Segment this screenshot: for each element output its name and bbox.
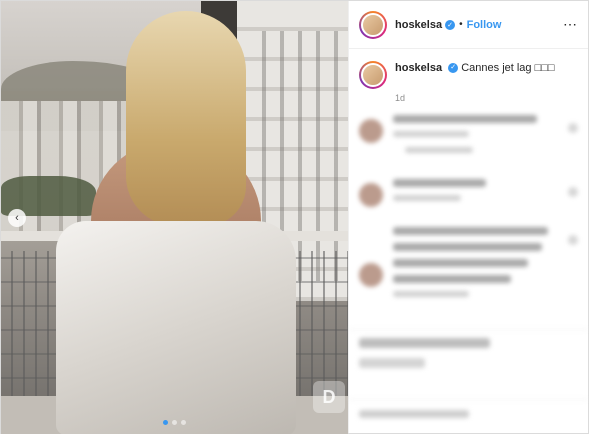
comment-text-blurred <box>393 115 537 123</box>
watermark-logo: D <box>313 381 345 413</box>
comment-text-blurred <box>393 179 486 187</box>
comment-item <box>359 179 578 211</box>
caption-username[interactable]: hoskelsa <box>395 62 442 74</box>
username-link[interactable]: hoskelsa <box>395 19 442 31</box>
heart-icon <box>568 187 578 197</box>
avatar[interactable] <box>359 61 387 89</box>
likes-count-blurred <box>359 358 425 368</box>
caption-body: Cannes jet lag <box>461 62 532 74</box>
more-options-icon[interactable]: ⋯ <box>563 16 578 33</box>
caption-text: hoskelsa ✓ Cannes jet lag □□□ <box>395 61 555 89</box>
comment-meta-blurred <box>393 195 461 201</box>
woman-figure <box>56 11 296 434</box>
comment-meta-blurred <box>393 131 470 137</box>
comment-meta-blurred <box>393 291 470 297</box>
avatar[interactable] <box>359 10 387 39</box>
commenter-avatar <box>359 183 383 207</box>
post-header: hoskelsa ✓ • Follow ⋯ <box>349 1 588 49</box>
commenter-avatar <box>359 119 383 143</box>
comment-text-blurred <box>393 227 549 235</box>
comments-list-blurred <box>349 103 588 329</box>
view-replies-blurred <box>405 147 473 153</box>
chevron-left-icon[interactable]: ‹ <box>8 209 26 227</box>
caption: hoskelsa ✓ Cannes jet lag □□□ <box>349 49 588 89</box>
comment-item <box>359 115 578 163</box>
blonde-hair <box>126 11 246 226</box>
carousel-dot-active <box>163 420 168 425</box>
post-image[interactable]: ‹ D <box>1 1 348 434</box>
comment-text-blurred <box>393 259 529 267</box>
actions-bar-blurred <box>349 329 588 399</box>
separator: • <box>459 19 463 30</box>
timestamp: 1d <box>395 93 406 103</box>
commenter-avatar <box>359 263 383 287</box>
comment-item <box>359 227 578 307</box>
heart-icon <box>568 123 578 133</box>
verified-badge-icon: ✓ <box>445 19 456 30</box>
white-towel <box>56 221 296 434</box>
action-icons-blurred <box>359 338 491 348</box>
heart-icon <box>568 235 578 245</box>
add-comment-placeholder-blurred <box>359 410 469 418</box>
add-comment-blurred <box>349 399 588 433</box>
comment-text-blurred <box>393 243 542 251</box>
post-side-panel: hoskelsa ✓ • Follow ⋯ hoskelsa ✓ Cannes … <box>348 1 588 433</box>
follow-button[interactable]: Follow <box>467 19 502 31</box>
caption-emojis: □□□ <box>534 62 555 74</box>
comment-text-blurred <box>393 275 512 283</box>
carousel-dot <box>181 420 186 425</box>
verified-badge-icon: ✓ <box>448 63 459 74</box>
carousel-dot <box>172 420 177 425</box>
carousel-dots <box>163 420 186 425</box>
instagram-post: ‹ D hoskelsa ✓ • Follow ⋯ hoskelsa ✓ Can… <box>0 0 589 434</box>
